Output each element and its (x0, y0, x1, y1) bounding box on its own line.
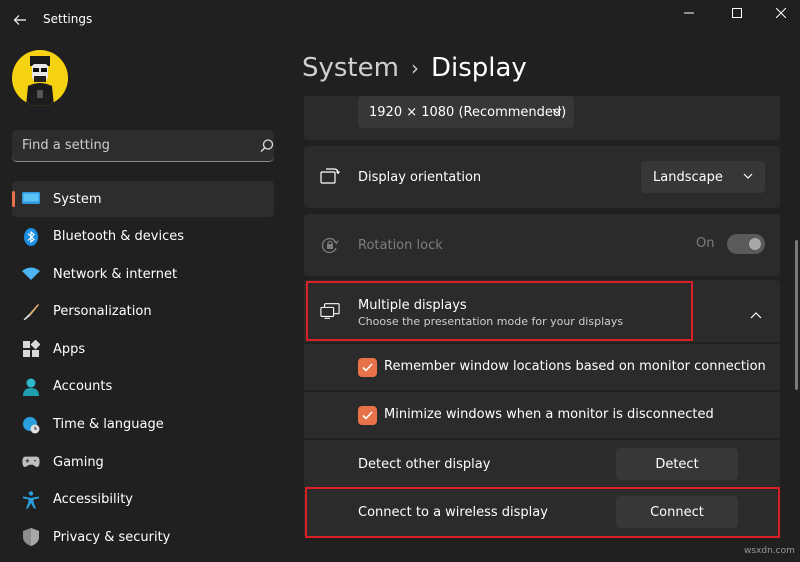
multiple-displays-icon (320, 301, 340, 321)
rotation-lock-label: Rotation lock (358, 238, 443, 253)
minimize-button[interactable] (666, 0, 712, 26)
sidebar-item-system[interactable]: System (12, 181, 274, 217)
search-input[interactable] (22, 130, 242, 161)
person-icon (22, 378, 40, 396)
remember-window-locations-checkbox[interactable] (358, 358, 377, 377)
app-title: Settings (43, 12, 93, 26)
minimize-windows-checkbox[interactable] (358, 406, 377, 425)
sidebar-item-label: Apps (53, 341, 86, 357)
gamepad-icon (22, 453, 40, 471)
rotation-lock-row: Rotation lock On (304, 214, 780, 276)
avatar-person-icon (26, 56, 54, 106)
sidebar-item-accessibility[interactable]: Accessibility (12, 482, 274, 518)
sidebar-item-label: Network & internet (53, 266, 178, 282)
sidebar-item-privacy[interactable]: Privacy & security (12, 519, 274, 555)
chevron-down-icon (552, 108, 562, 114)
sidebar-item-label: Personalization (53, 304, 152, 320)
multiple-displays-label: Multiple displays (358, 298, 467, 313)
checkmark-icon (362, 363, 373, 372)
globe-clock-icon (22, 416, 40, 434)
breadcrumb: System › Display (302, 50, 527, 86)
sidebar-item-accounts[interactable]: Accounts (12, 369, 274, 405)
rotation-lock-state: On (696, 236, 715, 251)
accessibility-icon (22, 491, 40, 509)
checkmark-icon (362, 411, 373, 420)
sidebar-item-label: Accounts (53, 379, 113, 395)
sidebar-item-label: System (53, 191, 102, 207)
maximize-button[interactable] (714, 0, 760, 26)
connect-button[interactable]: Connect (616, 496, 738, 528)
orientation-label: Display orientation (358, 170, 482, 185)
sidebar-item-personalization[interactable]: Personalization (12, 294, 274, 330)
resolution-card: 1920 × 1080 (Recommended) (304, 96, 780, 140)
remember-window-locations-label: Remember window locations based on monit… (384, 359, 766, 374)
system-icon (22, 190, 40, 208)
search-box[interactable] (12, 130, 274, 162)
detect-button[interactable]: Detect (616, 448, 738, 480)
chevron-down-icon (743, 173, 753, 179)
brush-icon (22, 303, 40, 321)
wireless-display-row: Connect to a wireless display Connect (304, 489, 780, 537)
close-icon (776, 8, 786, 18)
sidebar-item-gaming[interactable]: Gaming (12, 444, 274, 480)
minimize-icon (684, 12, 694, 14)
rotation-lock-toggle[interactable] (727, 234, 765, 254)
sidebar-item-apps[interactable]: Apps (12, 331, 274, 367)
shield-icon (22, 528, 40, 547)
wireless-display-label: Connect to a wireless display (358, 505, 548, 520)
sidebar-item-label: Privacy & security (53, 529, 171, 545)
back-button[interactable] (8, 8, 32, 32)
back-arrow-icon (13, 15, 26, 25)
resolution-dropdown[interactable]: 1920 × 1080 (Recommended) (358, 96, 574, 128)
orientation-value: Landscape (653, 169, 723, 185)
watermark: wsxdn.com (744, 546, 795, 556)
minimize-windows-label: Minimize windows when a monitor is disco… (384, 407, 714, 422)
sidebar-item-label: Accessibility (53, 492, 133, 508)
resolution-value: 1920 × 1080 (Recommended) (369, 104, 567, 120)
multiple-displays-description: Choose the presentation mode for your di… (358, 315, 624, 328)
detect-display-label: Detect other display (358, 457, 491, 472)
detect-display-row: Detect other display Detect (304, 440, 780, 488)
sidebar-item-label: Gaming (53, 454, 104, 470)
apps-icon (22, 340, 40, 358)
maximize-icon (732, 8, 742, 18)
orientation-icon (320, 167, 340, 187)
bluetooth-icon (22, 227, 40, 246)
wifi-icon (22, 265, 40, 283)
toggle-knob (749, 238, 761, 250)
chevron-up-icon[interactable] (750, 306, 762, 325)
sidebar-item-label: Bluetooth & devices (53, 229, 184, 245)
multiple-displays-header[interactable]: Multiple displays Choose the presentatio… (304, 280, 780, 342)
search-icon[interactable] (259, 138, 275, 154)
sidebar-item-time-language[interactable]: Time & language (12, 407, 274, 443)
breadcrumb-separator: › (410, 56, 419, 80)
sidebar-nav: System Bluetooth & devices Network & int… (12, 181, 274, 557)
breadcrumb-parent[interactable]: System (302, 53, 399, 83)
sidebar-item-bluetooth[interactable]: Bluetooth & devices (12, 219, 274, 255)
sidebar-item-label: Time & language (53, 417, 164, 433)
orientation-dropdown[interactable]: Landscape (641, 161, 765, 193)
scrollbar[interactable] (795, 240, 798, 390)
sidebar-item-network[interactable]: Network & internet (12, 256, 274, 292)
rotation-lock-icon (320, 235, 340, 255)
minimize-windows-row: Minimize windows when a monitor is disco… (304, 392, 780, 438)
title-bar: Settings (0, 0, 800, 40)
close-button[interactable] (758, 0, 800, 26)
display-orientation-row: Display orientation Landscape (304, 146, 780, 208)
remember-window-locations-row: Remember window locations based on monit… (304, 344, 780, 390)
page-title: Display (430, 53, 527, 83)
avatar[interactable] (12, 50, 68, 106)
